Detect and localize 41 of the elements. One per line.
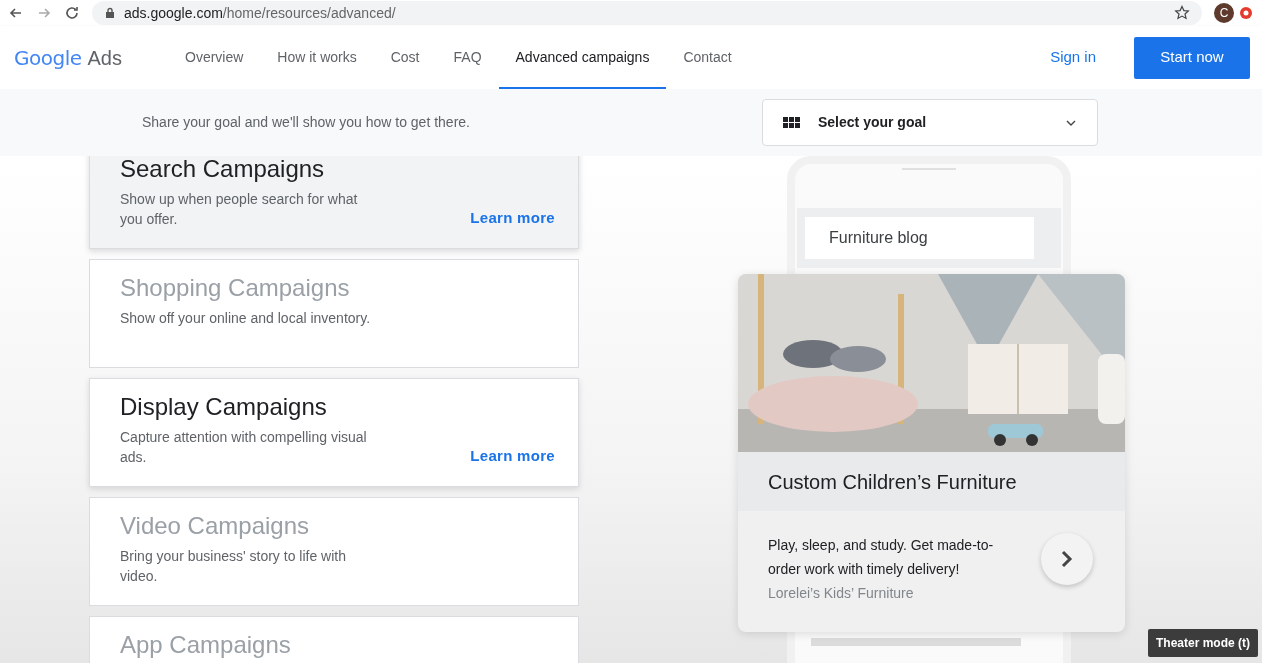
grid-icon bbox=[783, 117, 800, 128]
reload-icon[interactable] bbox=[64, 5, 80, 21]
campaign-title: Shopping Campaigns bbox=[120, 274, 351, 302]
ad-text: Play, sleep, and study. Get made-to-order work with timely delivery! bbox=[768, 536, 995, 579]
profile-avatar[interactable]: C bbox=[1214, 3, 1234, 23]
campaign-card[interactable]: Shopping Campaigns Show off your online and local inventory. bbox=[89, 259, 579, 368]
star-icon[interactable] bbox=[1174, 5, 1190, 21]
campaign-description: Show off your online and local inventory. bbox=[120, 309, 372, 328]
tooltip: Theater mode (t) bbox=[1148, 629, 1258, 657]
nav-link[interactable]: Contact bbox=[666, 26, 749, 89]
ad-card[interactable]: Custom Children’s Furniture Play, sleep, and study. Get made-to-order work with timely delivery! Lorelei’s Kids’ Furniture bbox=[738, 274, 1125, 632]
campaign-description: Bring your business' story to life with video. bbox=[120, 547, 347, 586]
campaign-card[interactable]: Video Campaigns Bring your business' story to life with video. bbox=[89, 497, 579, 606]
advertiser-name: Lorelei’s Kids’ Furniture bbox=[768, 584, 915, 603]
extension-icon[interactable] bbox=[1238, 5, 1254, 21]
campaign-description: Capture attention with compelling visual ads. bbox=[120, 428, 368, 467]
campaign-title: Display Campaigns bbox=[120, 393, 328, 421]
nav-link[interactable]: FAQ bbox=[436, 26, 499, 89]
learn-more-link[interactable]: Learn more bbox=[470, 206, 555, 229]
nav-link[interactable]: Cost bbox=[373, 26, 437, 89]
nav-link[interactable]: Overview bbox=[168, 26, 261, 89]
address-bar[interactable]: ads.google.com/home/resources/advanced/ bbox=[92, 1, 1202, 25]
sign-in-link[interactable]: Sign in bbox=[1050, 46, 1096, 69]
campaign-card[interactable]: Search Campaigns Show up when people search for what you offer. Learn more bbox=[89, 156, 579, 249]
goal-select[interactable]: Select your goal bbox=[762, 99, 1098, 146]
logo[interactable]: Google Ads bbox=[14, 26, 122, 89]
campaign-description: Show up when people search for what you offer. bbox=[120, 190, 359, 229]
campaign-title: App Campaigns bbox=[120, 631, 292, 659]
next-button[interactable] bbox=[1041, 533, 1093, 585]
chevron-right-icon bbox=[1060, 550, 1074, 568]
goal-prompt: Share your goal and we'll show you how to get there. bbox=[142, 113, 470, 132]
url-text: ads.google.com/home/resources/advanced/ bbox=[124, 3, 396, 23]
learn-more-link[interactable]: Learn more bbox=[470, 444, 555, 467]
campaign-title: Search Campaigns bbox=[120, 156, 326, 183]
start-now-button[interactable]: Start now bbox=[1134, 36, 1250, 79]
lock-icon bbox=[104, 7, 116, 19]
search-query-field: Furniture blog bbox=[805, 217, 1034, 259]
nav-link[interactable]: How it works bbox=[260, 26, 374, 89]
campaign-card[interactable]: Display Campaigns Capture attention with compelling visual ads. Learn more bbox=[89, 378, 579, 487]
campaign-title: Video Campaigns bbox=[120, 512, 310, 540]
ad-title: Custom Children’s Furniture bbox=[768, 469, 1017, 495]
